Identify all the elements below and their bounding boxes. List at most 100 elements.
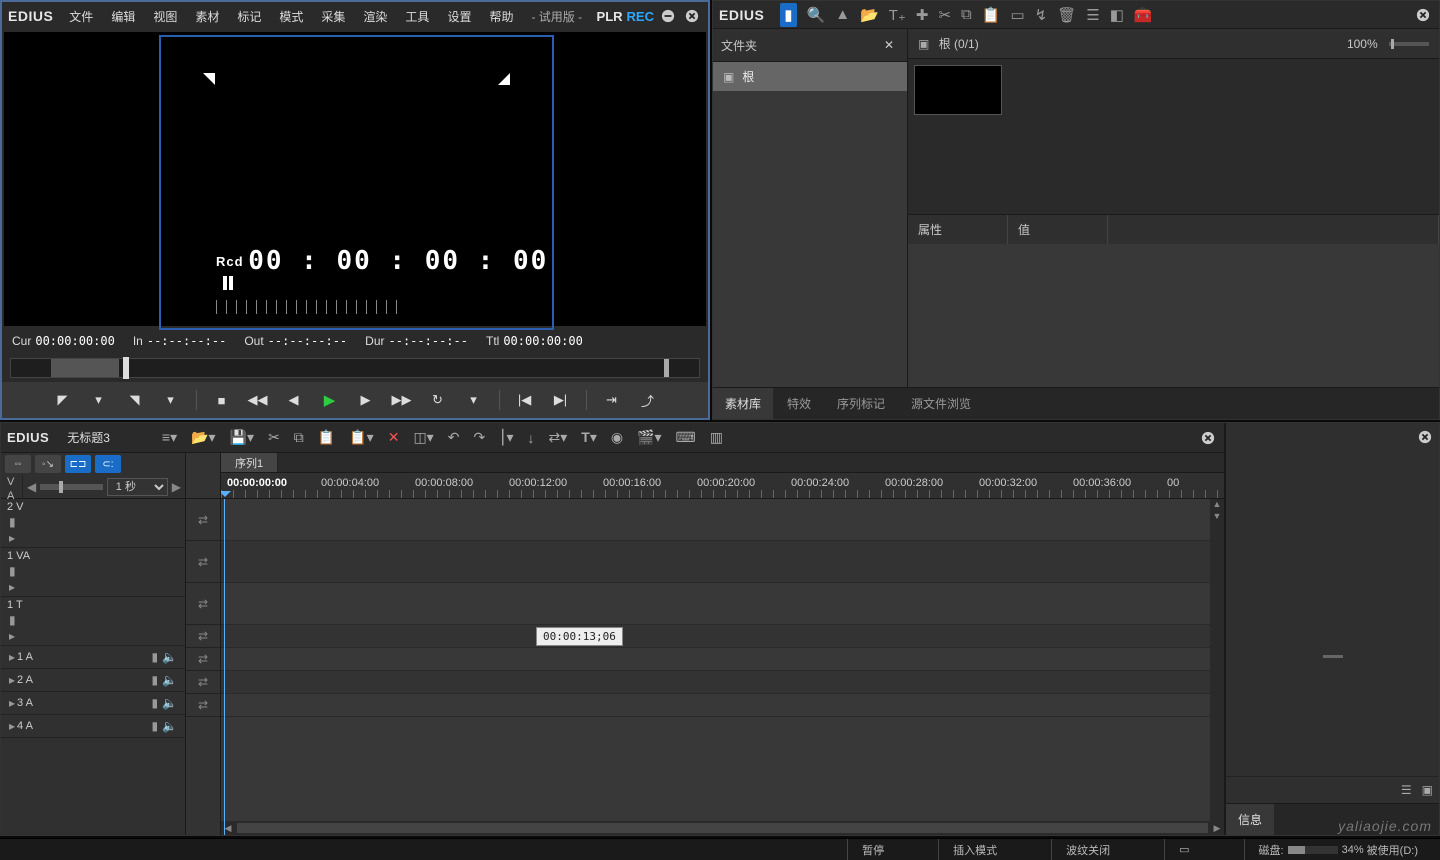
prev-edit-icon[interactable]: |◀ [510, 388, 540, 412]
shuttle-slider[interactable] [10, 358, 700, 378]
tool-render-icon[interactable]: 🎬▾ [637, 429, 661, 446]
properties-icon[interactable]: 🧰 [1134, 6, 1153, 24]
menu-help[interactable]: 帮助 [481, 4, 521, 29]
add-title-icon[interactable]: T₊ [889, 6, 906, 24]
status-monitor-icon[interactable]: ▭ [1164, 839, 1203, 860]
search-icon[interactable]: 🔍 [807, 6, 826, 24]
copy-icon[interactable]: ⧉ [961, 6, 972, 23]
in-dropdown-icon[interactable]: ▾ [84, 388, 114, 412]
prop-col-name[interactable]: 属性 [908, 215, 1008, 244]
tool-marker-icon[interactable]: ↓ [528, 430, 535, 446]
tool-ripple-icon[interactable]: ◫▾ [413, 429, 433, 446]
track-lock-icon[interactable]: ▮ [9, 613, 16, 627]
tool-save-icon[interactable]: 💾▾ [230, 429, 254, 446]
timeline-lane[interactable] [221, 671, 1224, 694]
track-lock-icon[interactable]: ▮ [9, 564, 16, 578]
track-patch[interactable]: ⇄ [186, 541, 220, 583]
thumb-size-icon[interactable]: ◧ [1110, 6, 1124, 24]
step-fwd-icon[interactable]: ▶ [351, 388, 381, 412]
close-icon[interactable] [682, 6, 702, 26]
tool-undo-icon[interactable]: ↶ [448, 429, 460, 446]
track-lock-icon[interactable]: ▮ [151, 650, 158, 664]
info-list-icon[interactable]: ☰ [1401, 783, 1412, 797]
loop-icon[interactable]: ↻ [423, 388, 453, 412]
timeline-lane[interactable] [221, 648, 1224, 671]
track-mute-icon[interactable]: 🔈 [162, 673, 177, 687]
menu-settings[interactable]: 设置 [439, 4, 479, 29]
tab-seq-markers[interactable]: 序列标记 [825, 388, 897, 419]
timeline-lane[interactable] [221, 499, 1224, 541]
menu-tools[interactable]: 工具 [397, 4, 437, 29]
track-lock-icon[interactable]: ▮ [151, 673, 158, 687]
track-patch[interactable]: ⇄ [186, 625, 220, 648]
track-expand-icon[interactable]: ▸ [9, 629, 15, 643]
menu-edit[interactable]: 编辑 [103, 4, 143, 29]
bin-breadcrumb[interactable]: 根 (0/1) [939, 37, 979, 51]
prop-col-value[interactable]: 值 [1008, 215, 1108, 244]
track-header-row[interactable]: 1 VA▮▸ [1, 548, 185, 597]
insert-clip-icon[interactable]: ⇥ [597, 388, 627, 412]
send-to-icon[interactable]: ▭ [1010, 6, 1024, 24]
bin-content-area[interactable] [908, 59, 1439, 214]
player-mode-label[interactable]: PLR [597, 9, 623, 24]
tab-info[interactable]: 信息 [1226, 804, 1274, 835]
tool-cut-icon[interactable]: ✂ [268, 429, 280, 446]
menu-capture[interactable]: 采集 [313, 4, 353, 29]
tool-mode-icon[interactable]: ≡▾ [162, 429, 177, 446]
mode-btn-2[interactable]: ◦↘ [35, 455, 61, 473]
vertical-scrollbar[interactable]: ▲▼ [1210, 499, 1224, 821]
bin-zoom-slider[interactable] [1389, 42, 1429, 46]
timeline-ruler[interactable]: 00:00:00:0000:00:04:0000:00:08:0000:00:1… [221, 473, 1224, 499]
menu-clip[interactable]: 素材 [187, 4, 227, 29]
list-view-icon[interactable]: ☰ [1086, 6, 1099, 24]
timeline-lane[interactable] [221, 541, 1224, 583]
fast-fwd-icon[interactable]: ▶▶ [387, 388, 417, 412]
folder-root[interactable]: ▣ 根 [713, 62, 907, 91]
loop-dropdown-icon[interactable]: ▾ [459, 388, 489, 412]
track-patch[interactable]: ⇄ [186, 583, 220, 625]
mode-btn-1[interactable]: ◦◦ [5, 455, 31, 473]
tab-effects[interactable]: 特效 [775, 388, 823, 419]
track-header-row[interactable]: ▸4 A▮🔈 [1, 715, 185, 738]
timeline-lane[interactable] [221, 583, 1224, 625]
link-icon[interactable]: ↯ [1035, 6, 1048, 24]
track-patch[interactable]: ⇄ [186, 671, 220, 694]
expand-icon[interactable]: ▸ [9, 673, 15, 687]
delete-icon[interactable]: 🗑 [1057, 6, 1076, 24]
mode-btn-4[interactable]: ⊂: [95, 455, 121, 473]
preview-viewport[interactable]: Rcd 00 : 00 : 00 : 00 [4, 32, 706, 326]
track-lock-icon[interactable]: ▮ [151, 696, 158, 710]
stop-icon[interactable]: ■ [207, 388, 237, 412]
zoom-right-icon[interactable]: ▶ [172, 480, 181, 494]
track-header-row[interactable]: ▸2 A▮🔈 [1, 669, 185, 692]
tool-layout-icon[interactable]: ▥ [710, 429, 723, 446]
v-indicator[interactable]: V [1, 475, 22, 489]
menu-marker[interactable]: 标记 [229, 4, 269, 29]
tool-paste-icon[interactable]: 📋 [318, 429, 335, 446]
tab-source-browse[interactable]: 源文件浏览 [899, 388, 983, 419]
track-patch[interactable]: ⇄ [186, 694, 220, 717]
set-in-icon[interactable]: ◤ [48, 388, 78, 412]
tool-copy-icon[interactable]: ⧉ [294, 429, 304, 446]
track-mute-icon[interactable]: 🔈 [162, 650, 177, 664]
horizontal-scrollbar[interactable]: ◀▶ [221, 821, 1224, 835]
menu-mode[interactable]: 模式 [271, 4, 311, 29]
out-dropdown-icon[interactable]: ▾ [156, 388, 186, 412]
expand-icon[interactable]: ▸ [9, 696, 15, 710]
tool-vo-icon[interactable]: ◉ [611, 429, 623, 446]
track-lock-icon[interactable]: ▮ [9, 515, 16, 529]
tool-title-icon[interactable]: T▾ [581, 429, 597, 446]
tab-bin[interactable]: 素材库 [713, 388, 773, 419]
info-toggle-icon[interactable]: ▣ [1422, 783, 1433, 797]
tool-paste-attr-icon[interactable]: 📋▾ [349, 429, 373, 446]
expand-icon[interactable]: ▸ [9, 719, 15, 733]
timeline-close-icon[interactable] [1198, 428, 1218, 448]
up-folder-icon[interactable]: ▲ [835, 6, 850, 23]
tool-delete-icon[interactable]: ✕ [388, 429, 400, 446]
project-title[interactable]: 无标题3 [67, 429, 110, 446]
clip-thumbnail[interactable] [914, 65, 1002, 115]
step-back-icon[interactable]: ◀ [279, 388, 309, 412]
zoom-unit-select[interactable]: 1 秒 [107, 478, 168, 496]
tool-redo-icon[interactable]: ↷ [473, 429, 485, 446]
panel-resize-handle[interactable] [1323, 655, 1343, 658]
